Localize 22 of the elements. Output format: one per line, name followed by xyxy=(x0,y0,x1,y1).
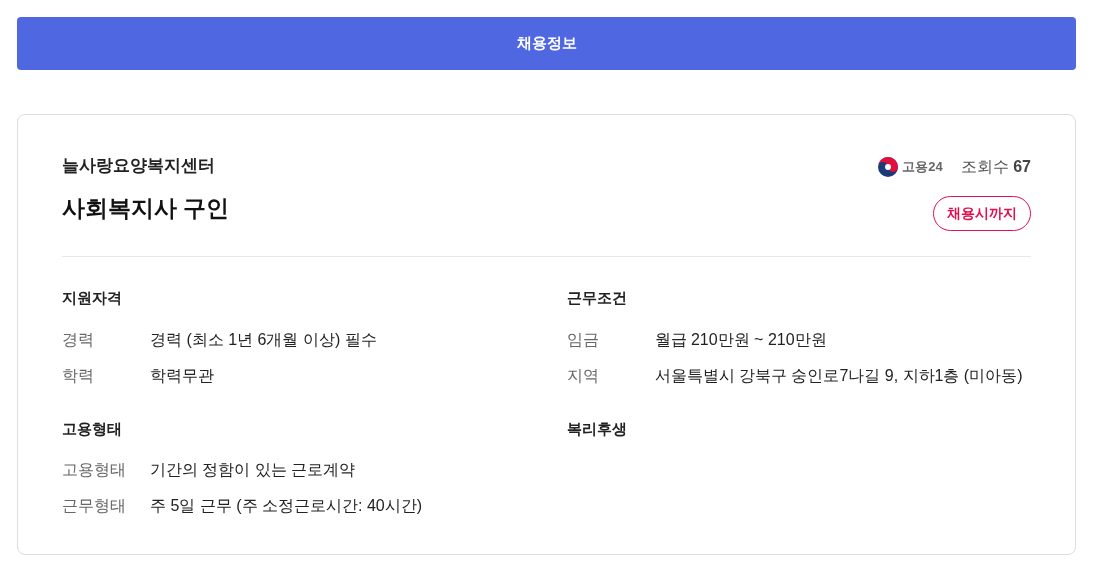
field-label: 경력 xyxy=(62,329,95,350)
company-name: 늘사랑요양복지센터 xyxy=(62,155,216,177)
section-heading: 고용형태 xyxy=(62,418,123,439)
taegeuk-icon xyxy=(878,157,899,177)
section-heading: 지원자격 xyxy=(62,288,123,308)
section-heading: 복리후생 xyxy=(566,418,628,439)
field-label: 고용형태 xyxy=(62,460,127,480)
field-value: 학력무관 xyxy=(150,365,214,386)
field-label: 지역 xyxy=(566,365,600,386)
field-value: 월급 210만원 ~ 210만원 xyxy=(654,329,827,350)
field-label: 근무형태 xyxy=(62,496,127,516)
recruitment-info-button[interactable]: 채용정보 xyxy=(17,17,1076,70)
job-title: 사회복지사 구인 xyxy=(62,193,230,223)
field-value: 주 5일 근무 (주 소정근로시간: 40시간) xyxy=(150,496,423,516)
field-label: 임금 xyxy=(566,329,600,350)
field-value: 서울특별시 강북구 숭인로7나길 9, 지하1층 (미아동) xyxy=(654,365,1023,386)
field-label: 학력 xyxy=(62,365,95,386)
section-heading: 근무조건 xyxy=(566,288,628,308)
field-value: 기간의 정함이 있는 근로계약 xyxy=(150,460,356,480)
view-count: 조회수 67 xyxy=(960,157,1031,177)
source-label: 고용24 xyxy=(902,158,943,177)
field-value: 경력 (최소 1년 6개월 이상) 필수 xyxy=(150,329,377,350)
